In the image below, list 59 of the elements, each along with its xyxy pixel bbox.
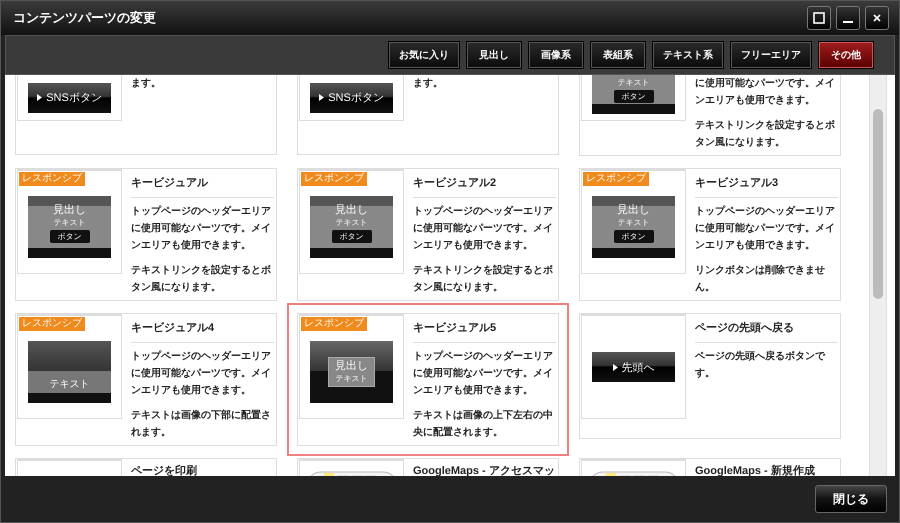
category-tab[interactable]: お気に入り (388, 41, 460, 69)
part-title: キービジュアル2 (413, 169, 556, 198)
responsive-badge: レスポンシブ (583, 172, 649, 186)
part-description: ページの先頭へ戻るボタンです。 (695, 350, 826, 381)
close-button[interactable]: 閉じる (815, 485, 887, 513)
part-title: キービジュアル4 (131, 314, 274, 343)
part-description: トップページのヘッダーエリアに使用可能なパーツです。メインエリアも使用できます。 (413, 204, 554, 253)
part-description: テキストリンクを設定するとボタン風になります。 (413, 263, 554, 295)
responsive-badge: レスポンシブ (301, 317, 367, 331)
part-description: ます。 (131, 77, 162, 91)
maximize-icon (813, 12, 825, 24)
category-tab[interactable]: フリーエリア (730, 41, 812, 69)
top-button-preview: 先頭へ (592, 352, 675, 382)
part-title: キービジュアル3 (695, 169, 838, 198)
part-description: トップページのヘッダーエリアに使用可能なパーツです。メインエリアも使用できます。 (695, 204, 836, 253)
category-tab[interactable]: 画像系 (528, 41, 584, 69)
part-description: に使用可能なパーツです。メインエリアも使用できます。 (695, 76, 836, 108)
part-description: トップページのヘッダーエリアに使用可能なパーツです。メインエリアも使用できます。 (131, 204, 272, 253)
part-description: トップページのヘッダーエリアに使用可能なパーツです。メインエリアも使用できます。 (413, 349, 554, 398)
category-tab[interactable]: その他 (818, 41, 874, 69)
key-visual-preview: テキスト (28, 341, 111, 403)
part-title: GoogleMaps - アクセスマッ (413, 464, 556, 476)
part-description: テキストリンクを設定するとボタン風になります。 (695, 118, 836, 150)
part-title: キービジュアル (131, 169, 274, 198)
responsive-badge: レスポンシブ (19, 172, 85, 186)
maximize-button[interactable] (807, 6, 831, 30)
close-button[interactable] (865, 6, 889, 30)
responsive-badge: レスポンシブ (19, 317, 85, 331)
part-title: キービジュアル5 (413, 314, 556, 343)
key-visual-preview: 見出し テキスト ボタン (28, 196, 111, 258)
scrollbar-thumb[interactable] (873, 109, 883, 299)
sns-button-preview: SNSボタン (28, 82, 111, 112)
part-description: ます。 (413, 77, 444, 91)
minimize-button[interactable] (836, 6, 860, 30)
part-description: トップページのヘッダーエリアに使用可能なパーツです。メインエリアも使用できます。 (131, 349, 272, 398)
part-description: リンクボタンは削除できません。 (695, 264, 826, 295)
part-description: テキストリンクを設定するとボタン風になります。 (131, 263, 272, 295)
triangle-icon (612, 364, 618, 370)
key-visual-preview: テキスト ボタン (592, 75, 675, 114)
scrollbar[interactable] (869, 75, 887, 476)
close-icon (873, 14, 881, 22)
sns-button-preview: SNSボタン (310, 82, 393, 112)
minimize-icon (843, 21, 853, 23)
key-visual-preview: 見出し テキスト ボタン (592, 196, 675, 258)
key-visual-preview: 見出し テキスト (310, 341, 393, 403)
triangle-icon (37, 94, 42, 101)
category-tab[interactable]: テキスト系 (652, 41, 724, 69)
part-description: テキストは画像の下部に配置されます。 (131, 408, 272, 440)
triangle-icon (319, 94, 324, 101)
part-title: GoogleMaps - 新規作成 (695, 464, 816, 476)
window-title: コンテンツパーツの変更 (13, 9, 156, 27)
responsive-badge: レスポンシブ (301, 172, 367, 186)
part-title: ページの先頭へ戻る (695, 314, 838, 343)
part-card[interactable]: レスポンシブ 見出し テキスト キービジュアル5 トップページのヘッダーエリアに使用可能なパーツです。メインエリアも使用できます。 テキストは画像の上下左右の中央に配置されます。 (287, 303, 569, 456)
part-description: テキストは画像の上下左右の中央に配置されます。 (413, 408, 554, 440)
part-title: ページを印刷 (131, 464, 198, 476)
key-visual-preview: 見出し テキスト ボタン (310, 196, 393, 258)
category-tab[interactable]: 見出し (466, 41, 522, 69)
category-tab[interactable]: 表組系 (590, 41, 646, 69)
